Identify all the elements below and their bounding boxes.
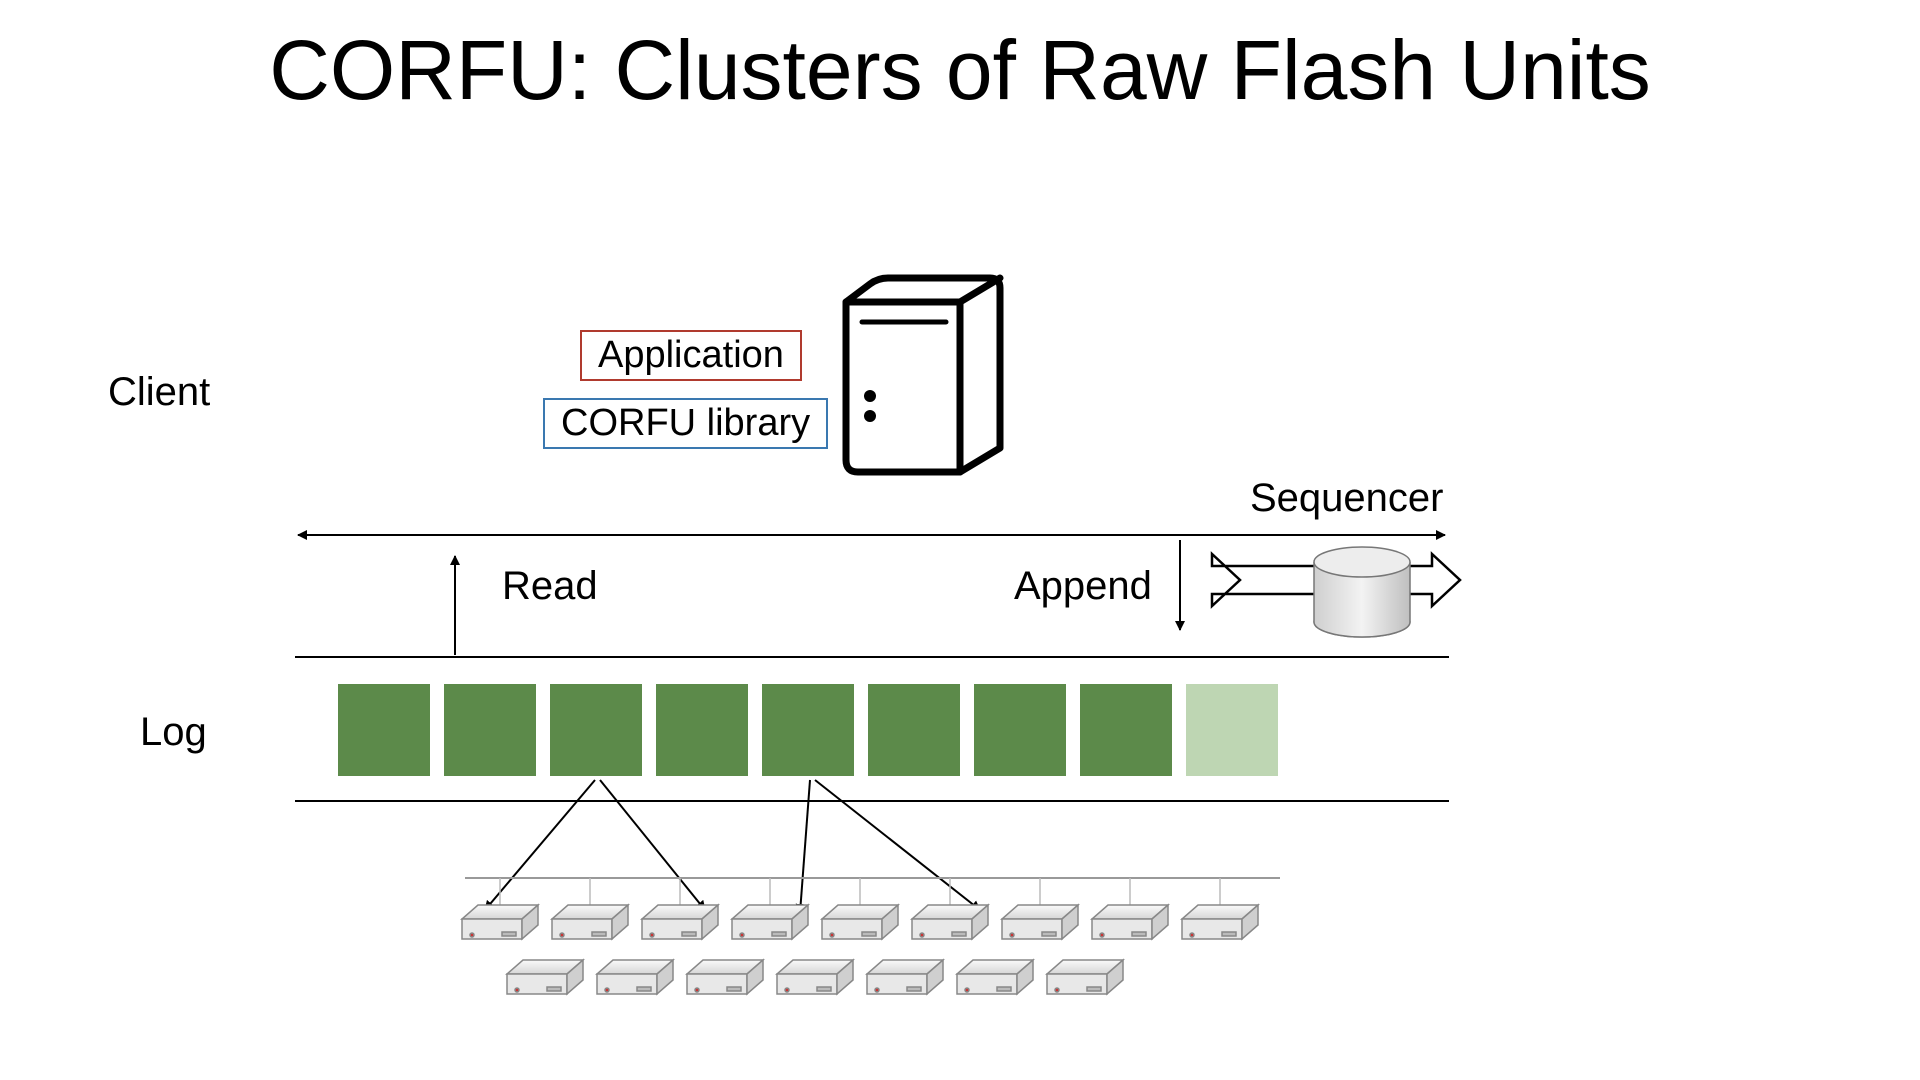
append-label: Append bbox=[1014, 564, 1152, 609]
sequencer-label: Sequencer bbox=[1250, 476, 1443, 521]
log-block bbox=[1080, 684, 1172, 776]
log-block bbox=[656, 684, 748, 776]
log-label: Log bbox=[140, 710, 207, 755]
log-block bbox=[550, 684, 642, 776]
log-block bbox=[868, 684, 960, 776]
slide-title: CORFU: Clusters of Raw Flash Units bbox=[0, 22, 1920, 119]
log-block-pending bbox=[1186, 684, 1278, 776]
double-arrow-icon bbox=[1212, 554, 1460, 606]
slide: CORFU: Clusters of Raw Flash Units Clien… bbox=[0, 0, 1920, 1080]
log-block bbox=[762, 684, 854, 776]
corfu-library-box: CORFU library bbox=[543, 398, 828, 449]
log-band-bottom-rule bbox=[295, 800, 1449, 802]
log-band-top-rule bbox=[295, 656, 1449, 658]
log-blocks-row bbox=[338, 684, 1278, 776]
server-tower-icon bbox=[846, 278, 1000, 472]
client-label: Client bbox=[108, 370, 210, 415]
database-cylinder-icon bbox=[1314, 547, 1410, 637]
read-label: Read bbox=[502, 564, 598, 609]
log-block bbox=[444, 684, 536, 776]
log-block bbox=[974, 684, 1066, 776]
flash-units-group bbox=[462, 878, 1258, 994]
log-block bbox=[338, 684, 430, 776]
diagram-svg bbox=[0, 0, 1920, 1080]
application-box: Application bbox=[580, 330, 802, 381]
